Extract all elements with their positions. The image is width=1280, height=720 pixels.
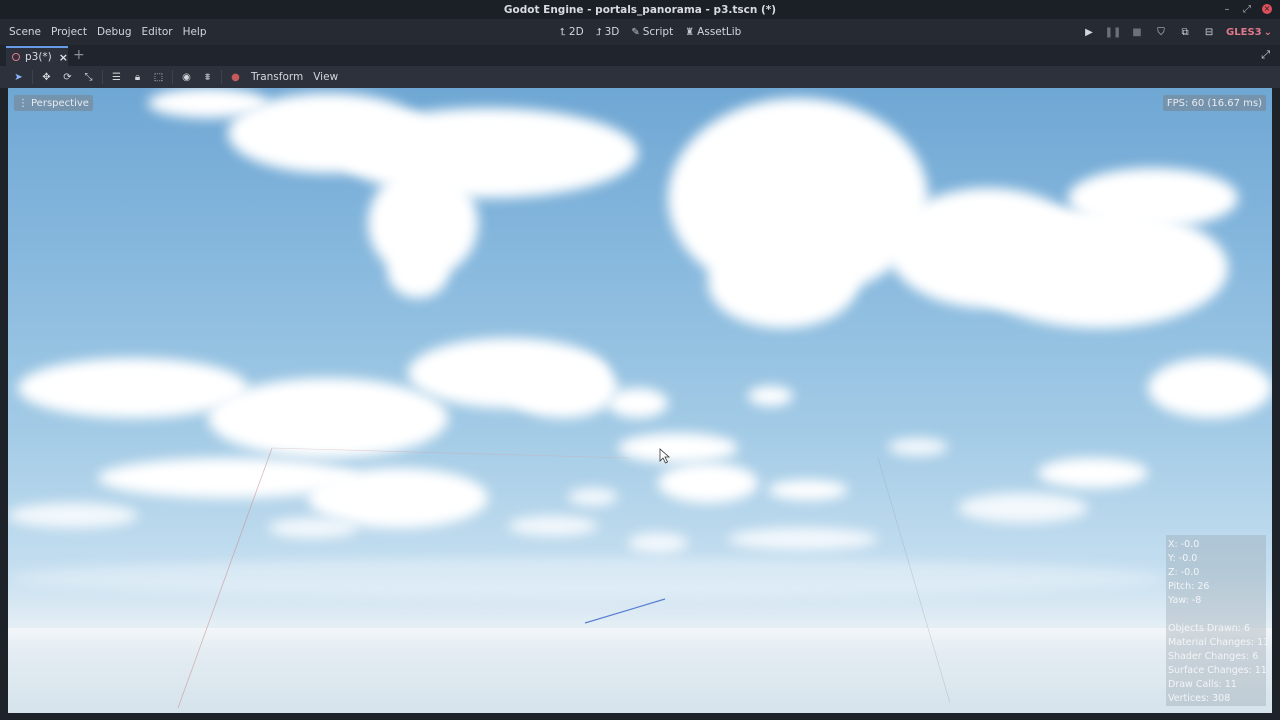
workspace-script-button[interactable]: ✎ Script xyxy=(631,26,673,38)
perspective-menu[interactable]: ⋮ Perspective xyxy=(14,95,93,111)
menu-project[interactable]: Project xyxy=(46,26,92,38)
pause-icon[interactable]: ❚❚ xyxy=(1105,25,1122,39)
menu-transform[interactable]: Transform xyxy=(246,71,308,83)
info-z: Z: -0.0 xyxy=(1168,567,1200,578)
snap-icon[interactable]: ⩩ xyxy=(197,68,218,86)
play-custom-scene-icon[interactable]: ⧉ xyxy=(1178,25,1192,39)
move-mode-icon[interactable]: ✥ xyxy=(36,68,57,86)
2d-icon: ⮤ xyxy=(560,26,566,38)
workspace-switcher: ⮤ 2D ⮥ 3D ✎ Script ♜ AssetLib xyxy=(560,19,741,45)
info-draw-calls: Draw Calls: 11 xyxy=(1168,679,1237,690)
fps-label: FPS: 60 (16.67 ms) xyxy=(1162,95,1266,111)
group-icon[interactable]: ⬚ xyxy=(148,68,169,86)
info-shader-changes: Shader Changes: 6 xyxy=(1168,651,1259,662)
movie-icon[interactable]: ⊟ xyxy=(1202,25,1216,39)
menu-debug[interactable]: Debug xyxy=(92,26,137,38)
info-yaw: Yaw: -8 xyxy=(1168,595,1202,606)
close-icon[interactable]: × xyxy=(1262,4,1272,14)
rotate-mode-icon[interactable]: ⟳ xyxy=(57,68,78,86)
3d-icon: ⮥ xyxy=(595,26,602,38)
play-scene-icon[interactable]: ⛉ xyxy=(1154,25,1168,39)
workspace-3d-button[interactable]: ⮥ 3D xyxy=(596,26,620,38)
toolbar-separator xyxy=(221,70,222,84)
menu-scene[interactable]: Scene xyxy=(4,26,46,38)
spatial-toolbar: ➤ ✥ ⟳ ⤡ ☰ 🔒︎ ⬚ ◉ ⩩ ● Transform View xyxy=(0,66,1280,88)
bottom-strip xyxy=(0,713,1280,720)
info-surface-changes: Surface Changes: 11 xyxy=(1168,665,1267,676)
close-tab-icon[interactable]: × xyxy=(59,51,68,64)
info-material-changes: Material Changes: 11 xyxy=(1168,637,1270,648)
scale-mode-icon[interactable]: ⤡ xyxy=(78,68,99,86)
info-y: Y: -0.0 xyxy=(1168,553,1198,564)
menu-bar: Scene Project Debug Editor Help ⮤ 2D ⮥ 3… xyxy=(0,19,1280,45)
toolbar-separator xyxy=(172,70,173,84)
menu-view[interactable]: View xyxy=(308,71,343,83)
select-mode-icon[interactable]: ➤ xyxy=(8,68,29,86)
info-x: X: -0.0 xyxy=(1168,539,1200,550)
workspace-2d-button[interactable]: ⮤ 2D xyxy=(560,26,584,38)
mouse-cursor-icon xyxy=(659,448,671,464)
minimize-icon[interactable]: – xyxy=(1222,2,1232,16)
workspace-assetlib-button[interactable]: ♜ AssetLib xyxy=(685,26,741,38)
chevron-down-icon: ⌄ xyxy=(1263,26,1272,38)
play-controls: ▶ ❚❚ ■ ⛉ ⧉ ⊟ GLES3 ⌄ xyxy=(1082,19,1272,45)
scene-tabs: p3(*) × + ⤢ xyxy=(0,45,1280,66)
toolbar-separator xyxy=(32,70,33,84)
script-icon: ✎ xyxy=(631,26,640,38)
toolbar-separator xyxy=(102,70,103,84)
window-controls: – ⤢ × xyxy=(1222,2,1272,16)
menu-editor[interactable]: Editor xyxy=(136,26,177,38)
viewport-info-panel: X: -0.0 Y: -0.0 Z: -0.0 Pitch: 26 Yaw: -… xyxy=(1166,535,1270,706)
window-title: Godot Engine - portals_panorama - p3.tsc… xyxy=(503,3,777,16)
info-vertices: Vertices: 308 xyxy=(1168,693,1231,704)
play-icon[interactable]: ▶ xyxy=(1082,25,1096,39)
window-titlebar: Godot Engine - portals_panorama - p3.tsc… xyxy=(0,0,1280,19)
tab-p3[interactable]: p3(*) × xyxy=(6,46,68,66)
add-tab-icon[interactable]: + xyxy=(73,47,85,63)
camera-preview-icon[interactable]: ● xyxy=(225,68,246,86)
stop-icon[interactable]: ■ xyxy=(1130,25,1144,39)
maximize-icon[interactable]: ⤢ xyxy=(1242,2,1252,16)
scene-3d-icon xyxy=(12,53,20,61)
distraction-free-icon[interactable]: ⤢ xyxy=(1261,48,1270,62)
info-objects-drawn: Objects Drawn: 6 xyxy=(1168,623,1251,634)
list-select-icon[interactable]: ☰ xyxy=(106,68,127,86)
local-space-icon[interactable]: ◉ xyxy=(176,68,197,86)
renderer-select[interactable]: GLES3 ⌄ xyxy=(1226,27,1272,38)
grid-axis-lines xyxy=(177,447,951,709)
assetlib-icon: ♜ xyxy=(685,26,695,38)
3d-viewport[interactable]: ⋮ Perspective FPS: 60 (16.67 ms) X: -0.0… xyxy=(8,88,1272,713)
menu-dots-icon: ⋮ xyxy=(18,97,28,109)
info-pitch: Pitch: 26 xyxy=(1168,581,1210,592)
main-menus: Scene Project Debug Editor Help xyxy=(0,26,212,38)
lock-icon[interactable]: 🔒︎ xyxy=(127,68,148,86)
menu-help[interactable]: Help xyxy=(178,26,212,38)
